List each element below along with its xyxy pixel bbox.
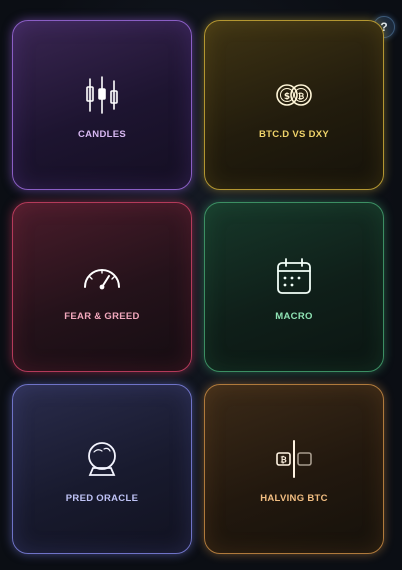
tile-fear-and-greed[interactable]: FEAR & GREED [12,202,192,372]
tile-candles[interactable]: CANDLES [12,20,192,190]
svg-text:₿: ₿ [298,92,305,101]
coins-icon: $ ₿ [272,73,316,117]
tile-label: BTC.D VS DXY [258,129,330,140]
tile-label: CANDLES [77,129,127,140]
crystal-ball-icon [80,437,124,481]
tile-btc-dominance-vs-dxy[interactable]: $ ₿ BTC.D VS DXY [204,20,384,190]
tile-halving-btc[interactable]: ₿ HALVING BTC [204,384,384,554]
tile-pred-oracle[interactable]: PRED ORACLE [12,384,192,554]
tile-label: PRED ORACLE [65,493,139,504]
candlestick-icon [80,73,124,117]
tile-label: HALVING BTC [260,493,328,504]
tile-label: FEAR & GREED [64,311,140,322]
gauge-icon [80,255,124,299]
svg-text:₿: ₿ [280,456,287,465]
calendar-icon [272,255,316,299]
tile-macro[interactable]: MACRO [204,202,384,372]
svg-text:$: $ [284,92,290,102]
tile-label: MACRO [275,311,313,322]
halving-icon: ₿ [272,437,316,481]
app-screen: ? CANDLES $ ₿ BTC.D VS DXY FEAR & GREED … [0,0,402,570]
